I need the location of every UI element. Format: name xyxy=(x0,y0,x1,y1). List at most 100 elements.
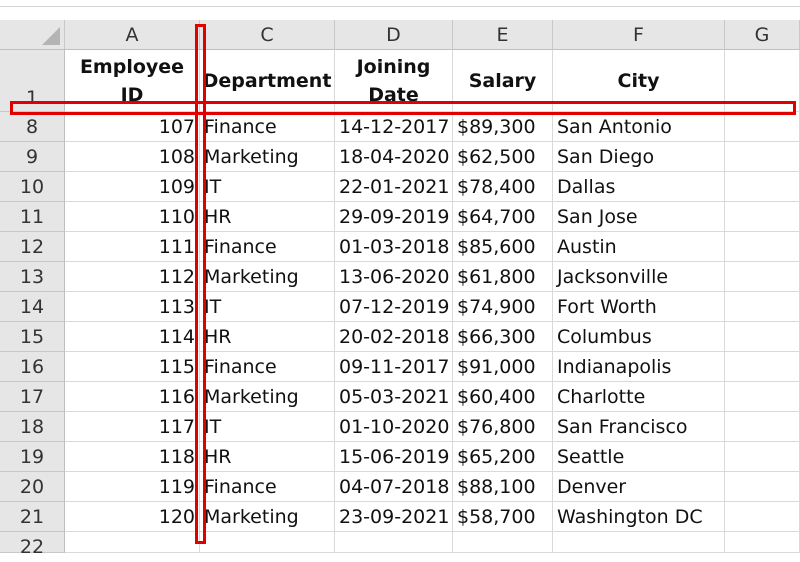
empty-cell[interactable] xyxy=(725,382,800,412)
salary-cell[interactable]: $66,300 xyxy=(453,322,553,352)
salary-cell[interactable]: $91,000 xyxy=(453,352,553,382)
empty-cell[interactable] xyxy=(725,142,800,172)
row-header-10[interactable]: 10 xyxy=(0,172,65,202)
salary-cell[interactable]: $89,300 xyxy=(453,112,553,142)
empty-cell[interactable] xyxy=(553,532,725,553)
salary-cell[interactable]: $74,900 xyxy=(453,292,553,322)
joining-date-cell[interactable]: 15-06-2019 xyxy=(335,442,453,472)
joining-date-header[interactable]: Joining Date xyxy=(335,50,453,112)
row-header-20[interactable]: 20 xyxy=(0,472,65,502)
city-cell[interactable]: Dallas xyxy=(553,172,725,202)
empty-cell[interactable] xyxy=(725,202,800,232)
city-cell[interactable]: San Francisco xyxy=(553,412,725,442)
department-cell[interactable]: Finance xyxy=(200,112,335,142)
joining-date-cell[interactable]: 29-09-2019 xyxy=(335,202,453,232)
department-cell[interactable]: Finance xyxy=(200,232,335,262)
joining-date-cell[interactable]: 23-09-2021 xyxy=(335,502,453,532)
column-header-e[interactable]: E xyxy=(453,20,553,50)
row-header-18[interactable]: 18 xyxy=(0,412,65,442)
blank-header[interactable] xyxy=(725,50,800,112)
joining-date-cell[interactable]: 09-11-2017 xyxy=(335,352,453,382)
department-cell[interactable]: IT xyxy=(200,292,335,322)
department-header[interactable]: Department xyxy=(200,50,335,112)
employee-id-cell[interactable]: 118 xyxy=(65,442,200,472)
column-header-d[interactable]: D xyxy=(335,20,453,50)
salary-cell[interactable]: $61,800 xyxy=(453,262,553,292)
column-header-a[interactable]: A xyxy=(65,20,200,50)
row-header-14[interactable]: 14 xyxy=(0,292,65,322)
joining-date-cell[interactable]: 01-10-2020 xyxy=(335,412,453,442)
row-header-22[interactable]: 22 xyxy=(0,532,65,558)
empty-cell[interactable] xyxy=(453,532,553,553)
joining-date-cell[interactable]: 14-12-2017 xyxy=(335,112,453,142)
salary-cell[interactable]: $60,400 xyxy=(453,382,553,412)
department-cell[interactable]: Marketing xyxy=(200,142,335,172)
row-header-11[interactable]: 11 xyxy=(0,202,65,232)
row-header-19[interactable]: 19 xyxy=(0,442,65,472)
employee-id-cell[interactable]: 107 xyxy=(65,112,200,142)
row-header-21[interactable]: 21 xyxy=(0,502,65,532)
row-header-12[interactable]: 12 xyxy=(0,232,65,262)
row-header-13[interactable]: 13 xyxy=(0,262,65,292)
city-cell[interactable]: Seattle xyxy=(553,442,725,472)
department-cell[interactable]: Marketing xyxy=(200,382,335,412)
city-cell[interactable]: Columbus xyxy=(553,322,725,352)
empty-cell[interactable] xyxy=(335,532,453,553)
employee-id-cell[interactable]: 109 xyxy=(65,172,200,202)
row-header-1[interactable]: 1 xyxy=(0,50,65,112)
salary-header[interactable]: Salary xyxy=(453,50,553,112)
salary-cell[interactable]: $64,700 xyxy=(453,202,553,232)
employee-id-cell[interactable]: 120 xyxy=(65,502,200,532)
column-header-g[interactable]: G xyxy=(725,20,800,50)
column-header-f[interactable]: F xyxy=(553,20,725,50)
employee-id-cell[interactable]: 116 xyxy=(65,382,200,412)
department-cell[interactable]: IT xyxy=(200,172,335,202)
city-cell[interactable]: San Diego xyxy=(553,142,725,172)
employee-id-header[interactable]: Employee ID xyxy=(65,50,200,112)
empty-cell[interactable] xyxy=(725,532,800,553)
empty-cell[interactable] xyxy=(725,442,800,472)
city-cell[interactable]: Charlotte xyxy=(553,382,725,412)
joining-date-cell[interactable]: 13-06-2020 xyxy=(335,262,453,292)
city-cell[interactable]: Indianapolis xyxy=(553,352,725,382)
empty-cell[interactable] xyxy=(725,502,800,532)
empty-cell[interactable] xyxy=(65,532,200,553)
city-cell[interactable]: Washington DC xyxy=(553,502,725,532)
employee-id-cell[interactable]: 108 xyxy=(65,142,200,172)
joining-date-cell[interactable]: 04-07-2018 xyxy=(335,472,453,502)
joining-date-cell[interactable]: 01-03-2018 xyxy=(335,232,453,262)
empty-cell[interactable] xyxy=(725,322,800,352)
joining-date-cell[interactable]: 18-04-2020 xyxy=(335,142,453,172)
empty-cell[interactable] xyxy=(725,232,800,262)
column-header-c[interactable]: C xyxy=(200,20,335,50)
joining-date-cell[interactable]: 22-01-2021 xyxy=(335,172,453,202)
department-cell[interactable]: IT xyxy=(200,412,335,442)
department-cell[interactable]: Finance xyxy=(200,472,335,502)
department-cell[interactable]: HR xyxy=(200,322,335,352)
empty-cell[interactable] xyxy=(725,412,800,442)
department-cell[interactable]: Marketing xyxy=(200,502,335,532)
employee-id-cell[interactable]: 113 xyxy=(65,292,200,322)
joining-date-cell[interactable]: 20-02-2018 xyxy=(335,322,453,352)
employee-id-cell[interactable]: 111 xyxy=(65,232,200,262)
salary-cell[interactable]: $88,100 xyxy=(453,472,553,502)
employee-id-cell[interactable]: 114 xyxy=(65,322,200,352)
department-cell[interactable]: Marketing xyxy=(200,262,335,292)
empty-cell[interactable] xyxy=(725,112,800,142)
employee-id-cell[interactable]: 119 xyxy=(65,472,200,502)
empty-cell[interactable] xyxy=(200,532,335,553)
department-cell[interactable]: HR xyxy=(200,202,335,232)
empty-cell[interactable] xyxy=(725,472,800,502)
department-cell[interactable]: HR xyxy=(200,442,335,472)
salary-cell[interactable]: $65,200 xyxy=(453,442,553,472)
empty-cell[interactable] xyxy=(725,172,800,202)
city-cell[interactable]: Denver xyxy=(553,472,725,502)
salary-cell[interactable]: $85,600 xyxy=(453,232,553,262)
city-header[interactable]: City xyxy=(553,50,725,112)
city-cell[interactable]: San Antonio xyxy=(553,112,725,142)
department-cell[interactable]: Finance xyxy=(200,352,335,382)
salary-cell[interactable]: $62,500 xyxy=(453,142,553,172)
employee-id-cell[interactable]: 115 xyxy=(65,352,200,382)
salary-cell[interactable]: $76,800 xyxy=(453,412,553,442)
salary-cell[interactable]: $78,400 xyxy=(453,172,553,202)
